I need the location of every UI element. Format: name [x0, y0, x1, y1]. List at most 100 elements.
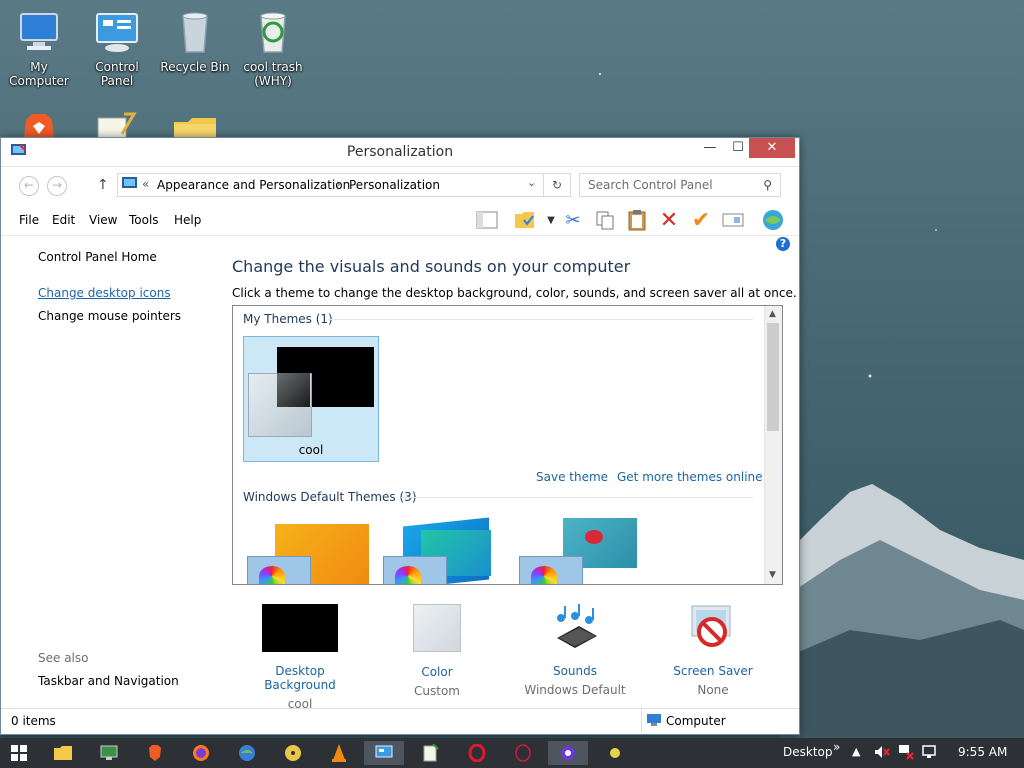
taskbar-vlc[interactable]	[324, 741, 354, 765]
search-icon: ⚲	[763, 178, 772, 192]
minimize-button[interactable]: —	[695, 138, 725, 158]
folder-options-dropdown[interactable]: ▼	[539, 208, 563, 232]
screen-saver-setting[interactable]: Screen Saver None	[663, 604, 763, 697]
dropdown-arrow-icon: ▼	[547, 214, 555, 226]
start-button[interactable]	[4, 741, 34, 765]
taskbar-brave[interactable]	[140, 741, 170, 765]
breadcrumb-separator[interactable]: ›	[336, 177, 341, 191]
save-theme-link[interactable]: Save theme	[536, 470, 608, 484]
folder-options-button[interactable]	[513, 208, 537, 232]
menu-edit[interactable]: Edit	[52, 213, 75, 227]
back-button[interactable]: ←	[19, 176, 39, 196]
theme-tile-lines[interactable]	[383, 514, 505, 584]
up-button[interactable]: ↑	[97, 177, 109, 193]
taskbar-navigation-link[interactable]: Taskbar and Navigation	[38, 674, 179, 688]
color-setting[interactable]: Color Custom	[387, 604, 487, 698]
rename-button[interactable]	[721, 208, 745, 232]
theme-tile-flowers[interactable]	[519, 518, 641, 584]
desktop-icon-my-computer[interactable]: My Computer	[0, 8, 78, 88]
theme-preview-overlap	[277, 373, 310, 407]
taskbar-opera-gx[interactable]	[508, 741, 538, 765]
change-desktop-icons-link[interactable]: Change desktop icons	[38, 286, 171, 300]
volume-muted-icon[interactable]	[874, 744, 890, 763]
get-more-themes-link[interactable]: Get more themes online	[617, 470, 763, 484]
forward-button[interactable]: →	[47, 176, 67, 196]
layout-icon	[476, 211, 498, 229]
show-hidden-icons-button[interactable]: ▲	[852, 745, 860, 758]
taskbar-media-disc[interactable]	[278, 741, 308, 765]
folder-desktop-icon[interactable]	[172, 116, 218, 138]
theme-tile-cool[interactable]: cool	[243, 336, 379, 462]
scrollbar-thumb[interactable]	[767, 323, 779, 431]
taskbar-notepad[interactable]	[416, 741, 446, 765]
item-count: 0 items	[11, 714, 56, 728]
taskbar-settings[interactable]	[548, 741, 588, 765]
default-themes-header[interactable]: Windows Default Themes (3)	[243, 490, 417, 504]
properties-check-button[interactable]: ✔	[689, 208, 713, 233]
toolbar-chevron-icon[interactable]: »	[833, 740, 840, 754]
desktop-toolbar-label[interactable]: Desktop	[783, 745, 833, 759]
taskbar-firefox[interactable]	[186, 741, 216, 765]
address-dropdown-icon[interactable]: ⌄	[527, 176, 536, 189]
menu-file[interactable]: File	[19, 213, 39, 227]
desktop-icon-recycle-bin[interactable]: Recycle Bin	[156, 8, 234, 74]
brave-icon	[149, 745, 161, 761]
menu-help[interactable]: Help	[174, 213, 201, 227]
paste-button[interactable]	[625, 208, 649, 232]
sounds-setting[interactable]: Sounds Windows Default	[519, 604, 631, 697]
disc-icon	[285, 745, 301, 761]
cut-button[interactable]: ✂	[561, 208, 585, 232]
copy-icon	[596, 211, 614, 230]
computer-small-icon	[647, 714, 661, 729]
opera-icon	[468, 744, 486, 762]
refresh-icon[interactable]: ↻	[543, 174, 570, 196]
taskbar-opera[interactable]	[462, 741, 492, 765]
taskbar-file-explorer[interactable]	[48, 741, 78, 765]
monitor-icon	[100, 745, 118, 760]
desktop-icon-cool-trash[interactable]: cool trash (WHY)	[234, 8, 312, 88]
delete-button[interactable]: ✕	[657, 207, 681, 233]
brave-desktop-icon[interactable]	[18, 110, 60, 138]
layout-toolbar-button[interactable]	[475, 208, 499, 232]
my-themes-header[interactable]: My Themes (1)	[243, 312, 333, 326]
breadcrumb-appearance[interactable]: Appearance and Personalization	[157, 178, 350, 192]
network-warning-icon[interactable]	[898, 744, 914, 763]
scissors-icon: ✂	[565, 209, 581, 231]
recycle-bin-icon	[171, 8, 219, 56]
notepad-desktop-icon[interactable]	[94, 112, 138, 139]
page-description: Click a theme to change the desktop back…	[232, 286, 797, 300]
delete-x-icon: ✕	[659, 207, 679, 233]
scroll-down-icon[interactable]: ▼	[769, 570, 776, 580]
network-globe-button[interactable]	[761, 208, 785, 232]
control-panel-small-icon	[122, 177, 138, 194]
themes-scrollbar[interactable]: ▲ ▼	[764, 306, 782, 584]
breadcrumb-overflow[interactable]: «	[142, 177, 149, 191]
taskbar: Desktop » ▲ 9:55 AM	[0, 738, 1024, 768]
theme-tile-windows[interactable]	[247, 524, 369, 584]
search-input[interactable]: Search Control Panel ⚲	[579, 173, 781, 197]
taskbar-globe-app[interactable]	[232, 741, 262, 765]
clock[interactable]: 9:55 AM	[958, 745, 1007, 759]
close-button[interactable]: ✕	[749, 138, 795, 158]
desktop-background-setting[interactable]: Desktop Background cool	[239, 604, 361, 711]
menu-view[interactable]: View	[89, 213, 117, 227]
scroll-up-icon[interactable]: ▲	[769, 309, 776, 319]
gear-icon	[561, 746, 575, 760]
themes-list[interactable]: My Themes (1) cool Save theme Get more t…	[232, 305, 783, 585]
menu-tools[interactable]: Tools	[129, 213, 159, 227]
change-mouse-pointers-link[interactable]: Change mouse pointers	[38, 309, 181, 323]
help-icon[interactable]: ?	[776, 237, 790, 251]
recycle-full-icon	[249, 8, 297, 56]
breadcrumb-personalization[interactable]: Personalization	[349, 178, 440, 192]
taskbar-computer[interactable]	[94, 741, 124, 765]
control-panel-home-link[interactable]: Control Panel Home	[38, 250, 157, 264]
desktop-icon-control-panel[interactable]: Control Panel	[78, 8, 156, 88]
title-bar[interactable]: Personalization — ☐ ✕	[1, 138, 799, 167]
action-center-icon[interactable]	[922, 744, 938, 763]
windows-logo-icon	[11, 745, 27, 761]
taskbar-control-panel[interactable]	[364, 741, 404, 765]
taskbar-app-orb[interactable]	[600, 741, 630, 765]
address-bar[interactable]: « Appearance and Personalization › Perso…	[117, 173, 571, 197]
copy-button[interactable]	[593, 208, 617, 232]
group-divider	[401, 497, 753, 498]
